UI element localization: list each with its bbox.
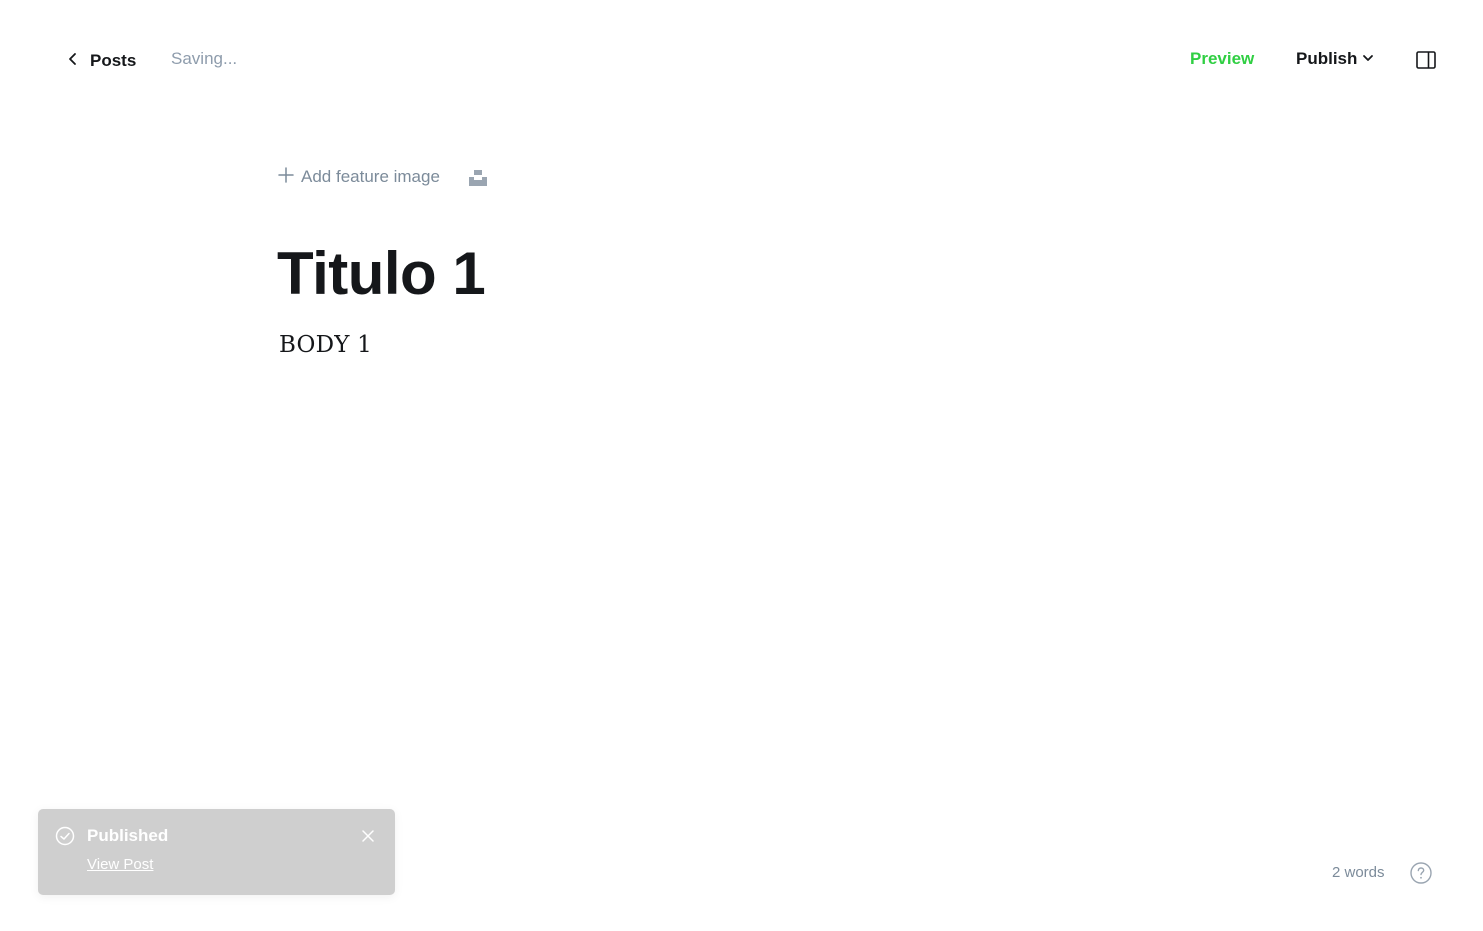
view-post-link[interactable]: View Post: [87, 856, 153, 873]
feature-image-row: Add feature image: [278, 164, 488, 190]
editor-header: Posts Saving... Preview Publish: [0, 0, 1483, 120]
back-to-posts-link[interactable]: Posts: [66, 47, 136, 75]
plus-icon: [278, 166, 294, 188]
close-icon[interactable]: [361, 829, 375, 843]
add-feature-image-label: Add feature image: [301, 167, 440, 186]
post-body[interactable]: BODY 1: [279, 332, 372, 358]
published-toast: Published View Post: [38, 809, 395, 895]
add-feature-image-button[interactable]: Add feature image: [278, 166, 440, 188]
help-icon[interactable]: [1410, 862, 1432, 884]
back-link-label: Posts: [90, 51, 137, 70]
chevron-down-icon: [1362, 49, 1374, 69]
word-count: 2 words: [1332, 864, 1385, 881]
publish-dropdown-button[interactable]: Publish: [1296, 49, 1374, 69]
unsplash-icon[interactable]: [468, 167, 488, 187]
sidebar-toggle-icon[interactable]: [1415, 49, 1437, 71]
publish-label: Publish: [1296, 49, 1358, 68]
preview-button[interactable]: Preview: [1190, 49, 1254, 69]
check-circle-icon: [55, 826, 75, 846]
post-title[interactable]: Titulo 1: [277, 236, 486, 312]
toast-title: Published: [87, 826, 169, 845]
save-status: Saving...: [171, 49, 238, 68]
chevron-left-icon: [66, 51, 80, 71]
